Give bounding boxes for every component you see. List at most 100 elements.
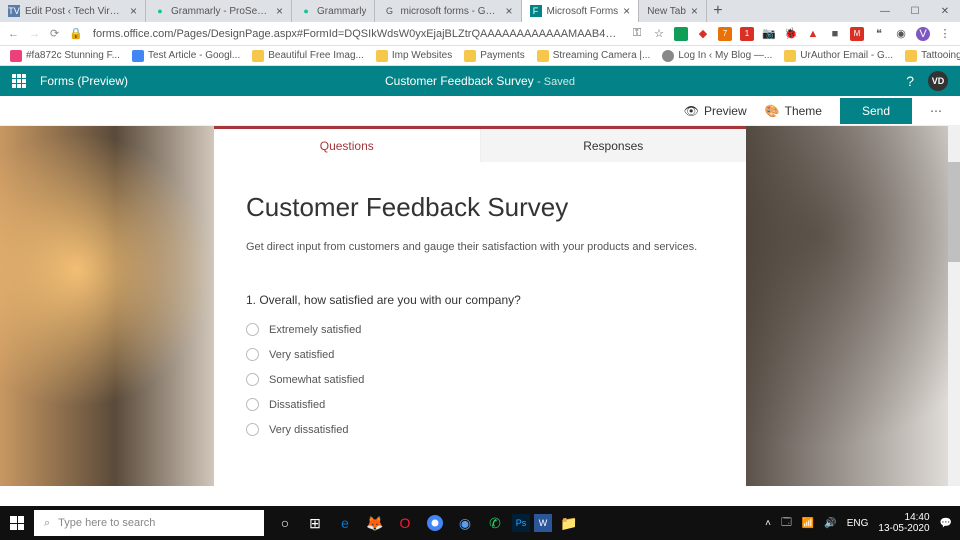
- browser-tab[interactable]: New Tab×: [639, 0, 707, 22]
- bookmark[interactable]: Imp Websites: [376, 50, 452, 62]
- minimize-button[interactable]: —: [870, 0, 900, 22]
- bookmark-label: Log In ‹ My Blog —...: [678, 50, 772, 61]
- browser-tab[interactable]: Gmicrosoft forms - Google Se×: [375, 0, 521, 22]
- theme-button[interactable]: 🎨Theme: [765, 104, 822, 118]
- ext-icon[interactable]: 📷: [762, 27, 776, 41]
- bookmark[interactable]: #fa872c Stunning F...: [10, 50, 120, 62]
- language-indicator[interactable]: ENG: [847, 518, 869, 529]
- ext-icon[interactable]: [674, 27, 688, 41]
- volume-icon[interactable]: 🔊: [824, 518, 836, 529]
- bookmark-label: Payments: [480, 50, 524, 61]
- notifications-icon[interactable]: 💬: [940, 518, 952, 529]
- ext-icon[interactable]: ▲: [806, 27, 820, 41]
- user-avatar[interactable]: VD: [928, 71, 948, 91]
- bookmark[interactable]: Tattooing: [905, 50, 960, 62]
- close-icon[interactable]: ×: [130, 5, 137, 17]
- lock-icon[interactable]: 🔒: [69, 27, 83, 40]
- ext-icon[interactable]: 🐞: [784, 27, 798, 41]
- bookmark[interactable]: Streaming Camera |...: [537, 50, 651, 62]
- taskbar-search[interactable]: ⌕Type here to search: [34, 510, 264, 536]
- new-tab-button[interactable]: +: [707, 0, 729, 22]
- close-icon[interactable]: ×: [505, 5, 512, 17]
- form-name[interactable]: Customer Feedback Survey - Saved: [385, 74, 575, 88]
- wifi-icon[interactable]: 📶: [802, 518, 814, 529]
- whatsapp-icon[interactable]: ✆: [482, 510, 508, 536]
- bookmark-label: Tattooing: [921, 50, 960, 61]
- bookmark[interactable]: Beautiful Free Imag...: [252, 50, 364, 62]
- radio-icon[interactable]: [246, 373, 259, 386]
- cortana-icon[interactable]: ○: [272, 510, 298, 536]
- bookmark[interactable]: Test Article - Googl...: [132, 50, 240, 62]
- explorer-icon[interactable]: 📁: [556, 510, 582, 536]
- browser-tab-strip: TVEdit Post ‹ Tech Viral — Wor× ●Grammar…: [0, 0, 960, 22]
- ext-icon[interactable]: 7: [718, 27, 732, 41]
- ext-icon[interactable]: ◉: [894, 27, 908, 41]
- profile-avatar[interactable]: V: [916, 27, 930, 41]
- battery-icon[interactable]: 🗔: [781, 515, 792, 532]
- option-row[interactable]: Somewhat satisfied: [246, 373, 714, 386]
- start-button[interactable]: [0, 516, 34, 530]
- folder-icon: [252, 50, 264, 62]
- chrome-icon[interactable]: [422, 510, 448, 536]
- tab-responses[interactable]: Responses: [480, 129, 747, 162]
- more-icon[interactable]: ⋯: [930, 104, 944, 118]
- maximize-button[interactable]: ☐: [900, 0, 930, 22]
- browser-tab-active[interactable]: FMicrosoft Forms×: [522, 0, 640, 22]
- option-row[interactable]: Very satisfied: [246, 348, 714, 361]
- bookmark[interactable]: UrAuthor Email - G...: [784, 50, 893, 62]
- ext-icon[interactable]: M: [850, 27, 864, 41]
- close-button[interactable]: ✕: [930, 0, 960, 22]
- back-button[interactable]: ←: [8, 28, 19, 40]
- radio-icon[interactable]: [246, 348, 259, 361]
- app-launcher-icon[interactable]: [12, 74, 26, 88]
- word-icon[interactable]: W: [534, 514, 552, 532]
- option-row[interactable]: Very dissatisfied: [246, 423, 714, 436]
- option-row[interactable]: Dissatisfied: [246, 398, 714, 411]
- close-icon[interactable]: ×: [276, 5, 283, 17]
- help-icon[interactable]: ?: [906, 73, 914, 89]
- clock[interactable]: 14:4013-05-2020: [878, 512, 929, 534]
- ext-icon[interactable]: 1: [740, 27, 754, 41]
- bookmark-icon: [132, 50, 144, 62]
- close-icon[interactable]: ×: [623, 5, 630, 17]
- photoshop-icon[interactable]: Ps: [512, 514, 530, 532]
- bookmark-label: #fa872c Stunning F...: [26, 50, 120, 61]
- radio-icon[interactable]: [246, 423, 259, 436]
- palette-icon: 🎨: [765, 104, 780, 118]
- scrollbar-thumb[interactable]: [948, 162, 960, 262]
- window-controls: — ☐ ✕: [870, 0, 960, 22]
- survey-description[interactable]: Get direct input from customers and gaug…: [246, 241, 714, 253]
- browser-tab[interactable]: ●Grammarly - ProSeoTools_×: [146, 0, 292, 22]
- star-icon[interactable]: ☆: [652, 27, 666, 41]
- close-icon[interactable]: ×: [691, 5, 698, 17]
- bookmark[interactable]: Payments: [464, 50, 524, 62]
- menu-icon[interactable]: ⋮: [938, 27, 952, 41]
- preview-button[interactable]: 👁Preview: [684, 104, 747, 118]
- reload-button[interactable]: ⟳: [50, 27, 59, 40]
- favicon: G: [383, 5, 395, 17]
- radio-icon[interactable]: [246, 323, 259, 336]
- firefox-icon[interactable]: 🦊: [362, 510, 388, 536]
- browser-tab[interactable]: TVEdit Post ‹ Tech Viral — Wor×: [0, 0, 146, 22]
- url-field[interactable]: forms.office.com/Pages/DesignPage.aspx#F…: [93, 28, 620, 40]
- browser-tab[interactable]: ●Grammarly: [292, 0, 375, 22]
- vertical-scrollbar[interactable]: [948, 126, 960, 486]
- tab-questions[interactable]: Questions: [214, 129, 480, 162]
- chromium-icon[interactable]: ◉: [452, 510, 478, 536]
- task-view-icon[interactable]: ⊞: [302, 510, 328, 536]
- edge-icon[interactable]: e: [332, 510, 358, 536]
- tray-chevron-icon[interactable]: ˄: [765, 518, 771, 529]
- bookmark[interactable]: Log In ‹ My Blog —...: [662, 50, 772, 62]
- ext-icon[interactable]: ❝: [872, 27, 886, 41]
- opera-icon[interactable]: O: [392, 510, 418, 536]
- key-icon[interactable]: ⚿: [630, 27, 644, 41]
- radio-icon[interactable]: [246, 398, 259, 411]
- search-placeholder: Type here to search: [58, 517, 155, 529]
- survey-title[interactable]: Customer Feedback Survey: [246, 192, 714, 223]
- option-row[interactable]: Extremely satisfied: [246, 323, 714, 336]
- send-button[interactable]: Send: [840, 98, 912, 124]
- ext-icon[interactable]: ◆: [696, 27, 710, 41]
- question-1[interactable]: 1. Overall, how satisfied are you with o…: [246, 293, 714, 436]
- forward-button[interactable]: →: [29, 28, 40, 40]
- ext-icon[interactable]: ■: [828, 27, 842, 41]
